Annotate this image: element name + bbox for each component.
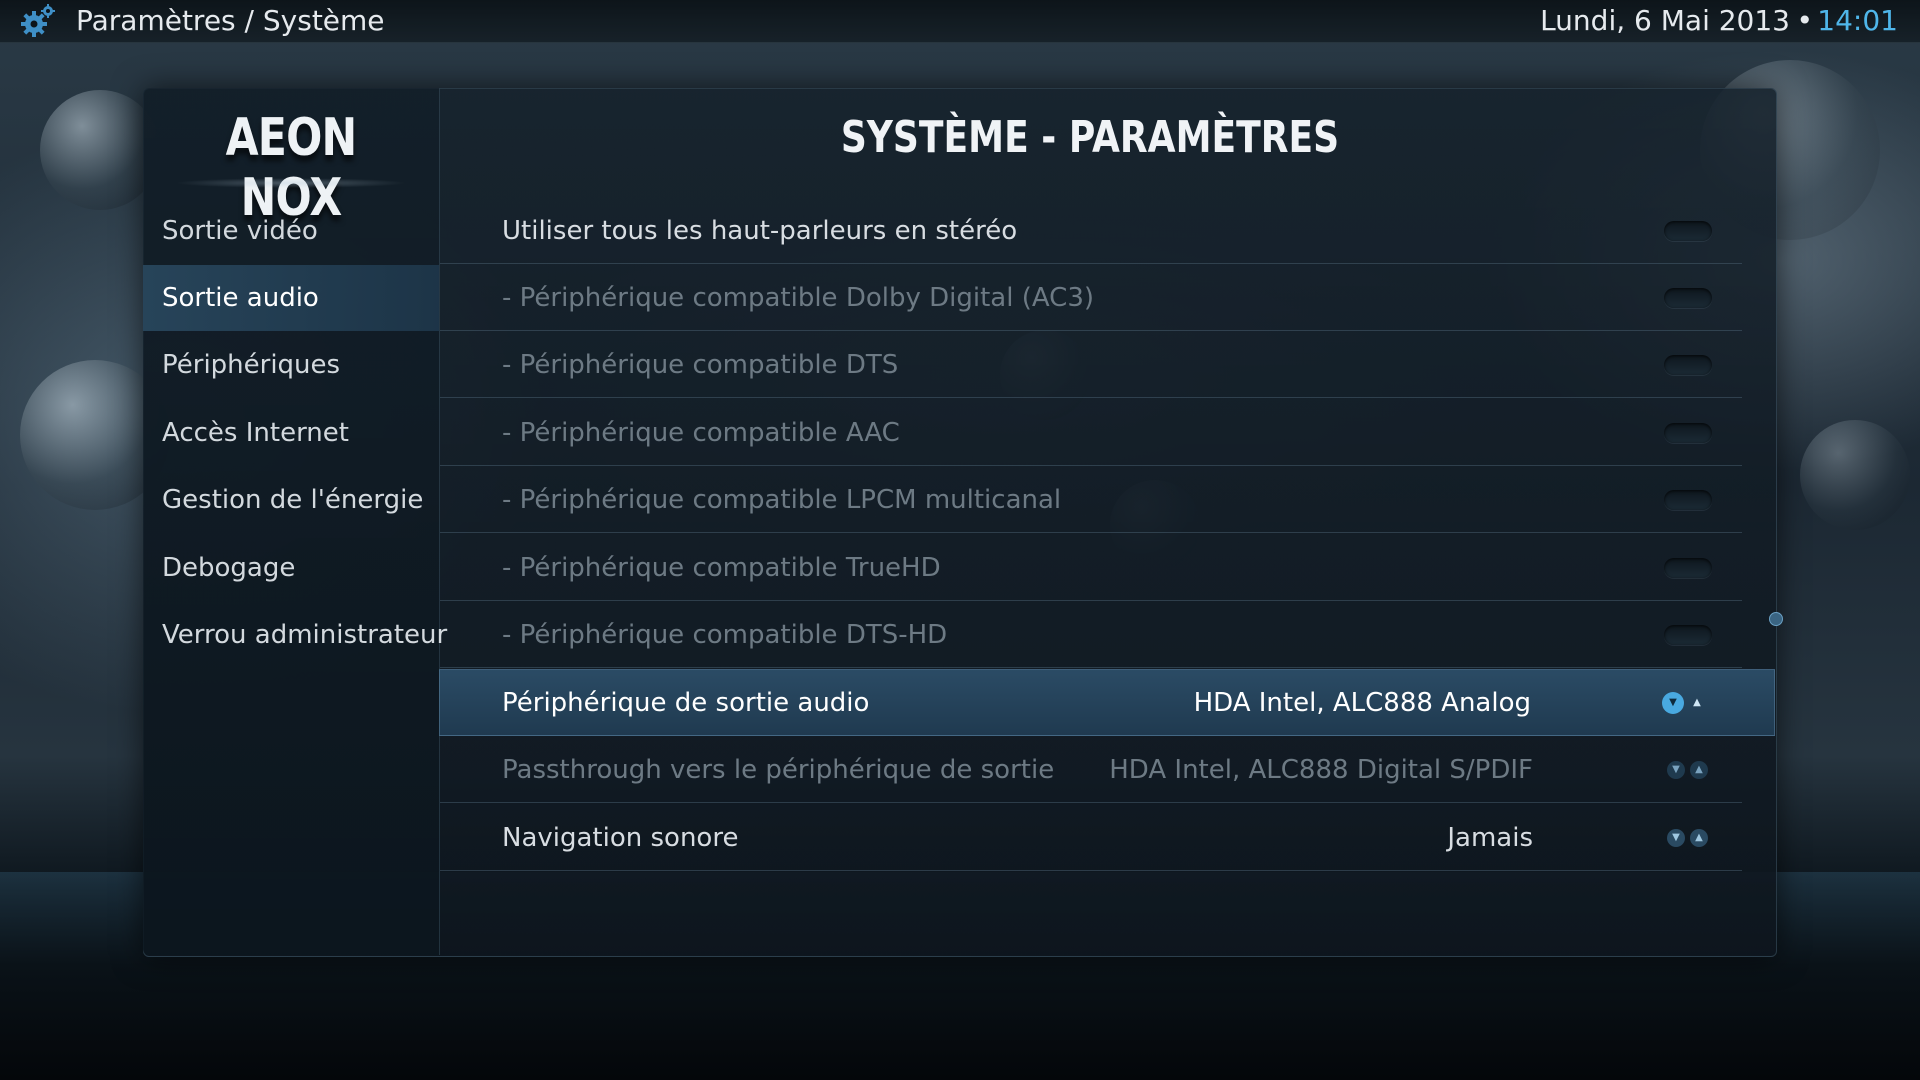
setting-value: Jamais (1447, 823, 1533, 853)
sidebar-item-debogage[interactable]: Debogage (143, 535, 439, 601)
toggle-switch[interactable] (1664, 423, 1712, 443)
toggle-switch[interactable] (1664, 625, 1712, 645)
page-title: SYSTÈME - PARAMÈTRES (840, 112, 1340, 163)
gear-icon (18, 2, 58, 40)
setting-row-dts[interactable]: - Périphérique compatible DTS (440, 332, 1742, 398)
date-time-separator: • (1796, 4, 1813, 37)
setting-row-ac3[interactable]: - Périphérique compatible Dolby Digital … (440, 265, 1742, 331)
setting-row-passthrough-device[interactable]: Passthrough vers le périphérique de sort… (440, 737, 1742, 803)
sidebar-item-sortie-video[interactable]: Sortie vidéo (143, 198, 439, 264)
top-bar: Paramètres / Système Lundi, 6 Mai 2013 •… (0, 0, 1920, 43)
date-label: Lundi, 6 Mai 2013 (1540, 4, 1790, 37)
setting-label: - Périphérique compatible LPCM multicana… (502, 485, 1062, 515)
chevron-up-icon[interactable]: ▲ (1688, 694, 1706, 712)
spinner-control[interactable]: ▼ ▲ (1664, 828, 1712, 848)
toggle-switch[interactable] (1664, 355, 1712, 375)
chevron-down-icon[interactable]: ▼ (1667, 761, 1685, 779)
sidebar-item-gestion-energie[interactable]: Gestion de l'énergie (143, 467, 439, 533)
sidebar-item-sortie-audio[interactable]: Sortie audio (143, 265, 439, 331)
setting-row-truehd[interactable]: - Périphérique compatible TrueHD (440, 535, 1742, 601)
setting-label: - Périphérique compatible Dolby Digital … (502, 283, 1095, 313)
setting-value: HDA Intel, ALC888 Digital S/PDIF (1109, 755, 1533, 785)
setting-label: Navigation sonore (502, 823, 739, 853)
skin-logo: AEON NOX (225, 108, 358, 228)
setting-label: - Périphérique compatible DTS-HD (502, 620, 948, 650)
toggle-switch[interactable] (1664, 221, 1712, 241)
sidebar-item-peripheriques[interactable]: Périphériques (143, 332, 439, 398)
setting-row-dtshd[interactable]: - Périphérique compatible DTS-HD (440, 602, 1742, 668)
toggle-switch[interactable] (1664, 490, 1712, 510)
sidebar-item-acces-internet[interactable]: Accès Internet (143, 400, 439, 466)
breadcrumb: Paramètres / Système (76, 4, 385, 37)
setting-label: Utiliser tous les haut-parleurs en stéré… (502, 216, 1018, 246)
setting-label: - Périphérique compatible TrueHD (502, 553, 941, 583)
sidebar-item-verrou-administrateur[interactable]: Verrou administrateur (143, 602, 447, 668)
setting-row-aac[interactable]: - Périphérique compatible AAC (440, 400, 1742, 466)
chevron-up-icon[interactable]: ▲ (1690, 829, 1708, 847)
setting-label: - Périphérique compatible DTS (502, 350, 899, 380)
clock-time: 14:01 (1817, 4, 1898, 37)
spinner-control[interactable]: ▼ ▲ (1662, 692, 1710, 714)
chevron-down-icon[interactable]: ▼ (1662, 692, 1684, 714)
spinner-control[interactable]: ▼ ▲ (1664, 760, 1712, 780)
setting-row-lpcm[interactable]: - Périphérique compatible LPCM multicana… (440, 467, 1742, 533)
setting-label: - Périphérique compatible AAC (502, 418, 900, 448)
chevron-up-icon[interactable]: ▲ (1690, 761, 1708, 779)
setting-row-gui-sounds[interactable]: Navigation sonore Jamais ▼ ▲ (440, 805, 1742, 871)
setting-label: Périphérique de sortie audio (502, 688, 870, 718)
toggle-switch[interactable] (1664, 288, 1712, 308)
scrollbar-indicator[interactable] (1769, 612, 1783, 626)
setting-row-stereo-upmix[interactable]: Utiliser tous les haut-parleurs en stéré… (440, 198, 1742, 264)
setting-row-audio-output-device[interactable]: Périphérique de sortie audio HDA Intel, … (439, 669, 1775, 736)
setting-value: HDA Intel, ALC888 Analog (1193, 688, 1531, 718)
toggle-switch[interactable] (1664, 558, 1712, 578)
logo-reflection (175, 178, 407, 188)
setting-label: Passthrough vers le périphérique de sort… (502, 755, 1055, 785)
chevron-down-icon[interactable]: ▼ (1667, 829, 1685, 847)
